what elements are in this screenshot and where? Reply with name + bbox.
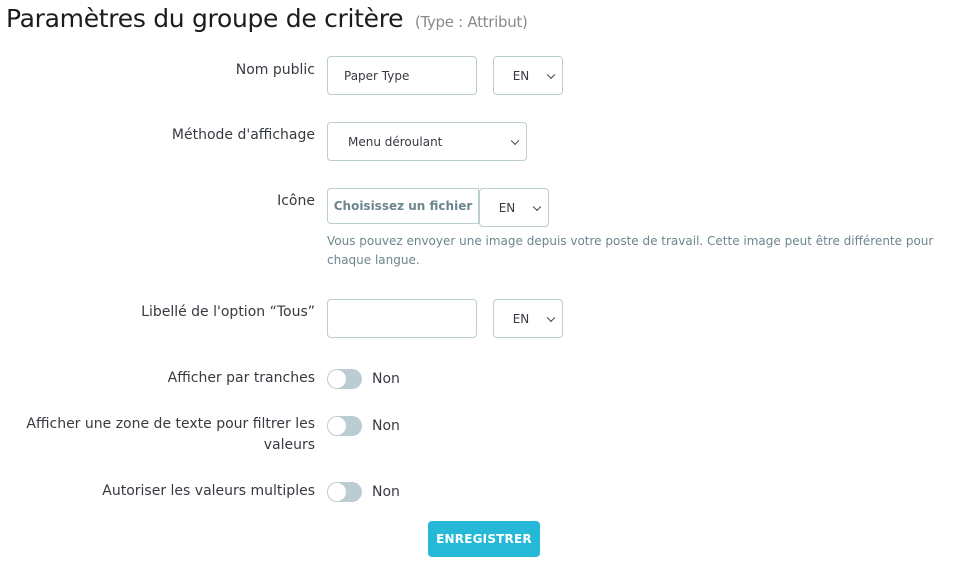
page-title: Paramètres du groupe de critère (Type : … [6, 4, 528, 33]
display-method-select[interactable]: Menu déroulant [327, 122, 527, 161]
icon-help-text: Vous pouvez envoyer une image depuis vot… [327, 234, 934, 267]
all-option-input[interactable] [327, 299, 477, 338]
icon-language-value: EN [498, 200, 516, 215]
text-filter-label: Afficher une zone de texte pour filtrer … [26, 416, 315, 453]
save-button[interactable]: ENREGISTRER [428, 521, 540, 557]
chevron-down-icon [546, 313, 556, 322]
choose-file-button-label: Choisissez un fichier [333, 199, 473, 213]
chevron-down-icon [532, 202, 542, 211]
multiple-values-switch[interactable] [327, 482, 362, 502]
public-name-input[interactable]: Paper Type [327, 56, 477, 95]
all-option-language-value: EN [512, 311, 530, 326]
display-method-value: Menu déroulant [348, 134, 443, 149]
switch-knob [328, 483, 346, 501]
display-method-label: Méthode d'affichage [171, 127, 315, 143]
all-option-language-select[interactable]: EN [493, 299, 563, 338]
show-ranges-state: Non [372, 371, 400, 387]
chevron-down-icon [546, 70, 556, 79]
public-name-language-select[interactable]: EN [493, 56, 563, 95]
choose-file-button[interactable]: Choisissez un fichier [327, 188, 479, 224]
chevron-down-icon [510, 136, 520, 145]
text-filter-switch[interactable] [327, 416, 362, 436]
public-name-value: Paper Type [344, 68, 410, 83]
public-name-language-value: EN [512, 68, 530, 83]
public-name-label: Nom public [235, 62, 315, 78]
all-option-label: Libellé de l'option “Tous” [141, 304, 315, 320]
page-subtitle: (Type : Attribut) [414, 13, 528, 31]
icon-label: Icône [277, 193, 315, 209]
show-ranges-label: Afficher par tranches [167, 370, 315, 386]
icon-language-select[interactable]: EN [479, 188, 549, 227]
page-title-text: Paramètres du groupe de critère [6, 4, 404, 33]
switch-knob [328, 370, 346, 388]
text-filter-state: Non [372, 418, 400, 434]
multiple-values-state: Non [372, 484, 400, 500]
switch-knob [328, 417, 346, 435]
multiple-values-label: Autoriser les valeurs multiples [102, 483, 315, 499]
show-ranges-switch[interactable] [327, 369, 362, 389]
